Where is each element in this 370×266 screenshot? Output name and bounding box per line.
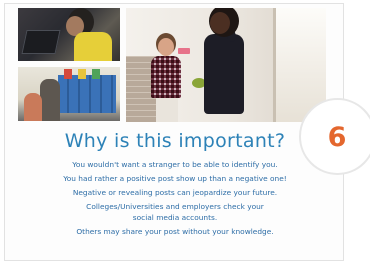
student-shape <box>24 93 42 121</box>
teen-shirt-shape <box>74 32 112 61</box>
page-number-badge: 6 <box>299 98 370 175</box>
reason-list: You wouldn't want a stranger to be able … <box>5 160 345 241</box>
phone-shape <box>178 48 190 54</box>
woman-body-shape <box>204 34 244 114</box>
reason-line: Negative or revealing posts can jeopardi… <box>72 187 278 197</box>
lockers-shape <box>58 75 116 113</box>
girls-with-phone-photo <box>126 8 326 122</box>
student-shape <box>40 79 60 121</box>
reason-line: Colleges/Universities and employers chec… <box>86 201 264 222</box>
students-in-hallway-photo <box>18 67 120 121</box>
poster-shape <box>92 69 100 79</box>
slide-card: Why is this important? You wouldn't want… <box>4 3 344 261</box>
laptop-shape <box>21 30 61 54</box>
girl-head-shape <box>158 38 174 56</box>
reason-line: Others may share your post without your … <box>76 226 274 236</box>
page-number: 6 <box>327 122 347 153</box>
poster-shape <box>64 69 72 79</box>
slide-title: Why is this important? <box>64 130 286 152</box>
reason-line: You wouldn't want a stranger to be able … <box>72 160 278 169</box>
girl-legs-shape <box>156 98 178 122</box>
woman-head-shape <box>210 12 230 34</box>
slide: Why is this important? You wouldn't want… <box>0 0 370 266</box>
teen-at-laptop-photo <box>18 8 120 61</box>
girl-shirt-shape <box>151 56 181 98</box>
poster-shape <box>78 69 86 79</box>
reason-line: You had rather a positive post show up t… <box>63 173 287 183</box>
